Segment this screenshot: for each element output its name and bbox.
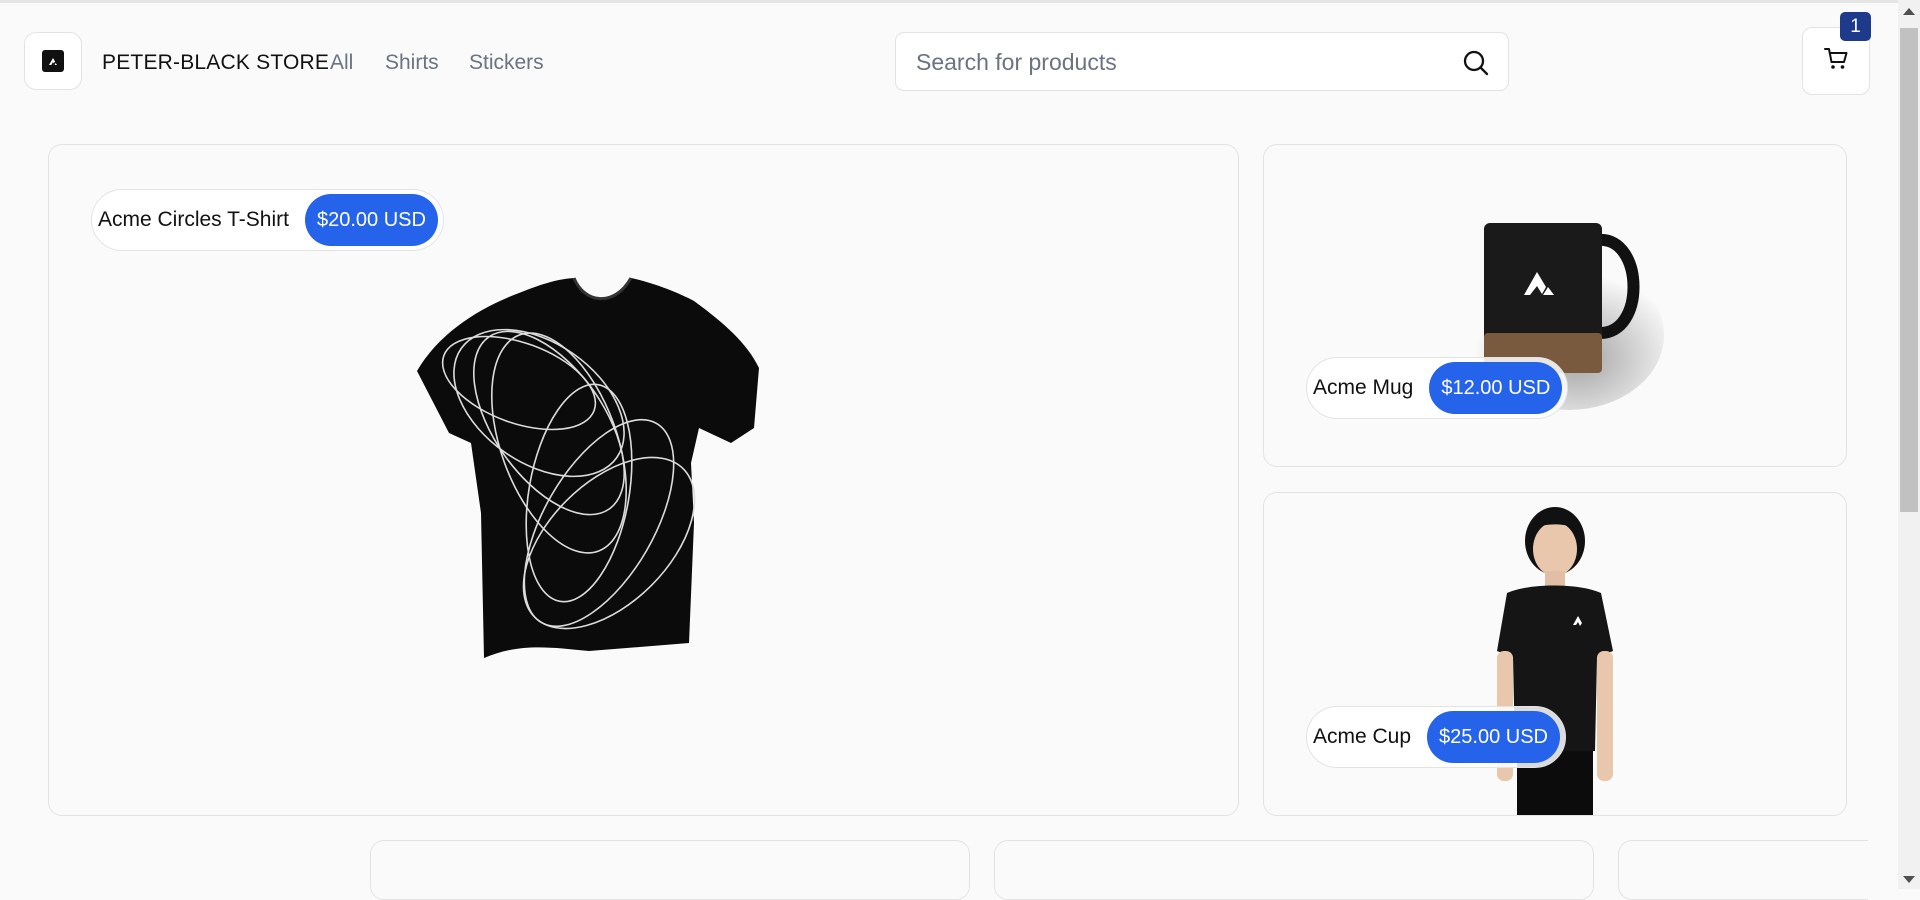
logo-icon [42, 50, 64, 72]
carousel-card[interactable] [1618, 840, 1868, 900]
product-card-acme-mug[interactable]: Acme Mug $12.00 USD [1263, 144, 1847, 467]
product-card-circles-tshirt[interactable]: Acme Circles T-Shirt $20.00 USD [48, 144, 1239, 816]
carousel-card[interactable] [994, 840, 1594, 900]
nav-all[interactable]: All [330, 51, 353, 75]
cart-count-badge: 1 [1840, 12, 1871, 41]
scroll-down-icon[interactable] [1903, 876, 1915, 883]
product-price: $20.00 USD [304, 194, 438, 246]
scroll-up-icon[interactable] [1903, 8, 1915, 15]
product-name: Acme Mug [1313, 376, 1414, 399]
product-name: Acme Circles T-Shirt [98, 208, 289, 231]
search-input[interactable] [914, 33, 1438, 92]
product-name: Acme Cup [1313, 725, 1412, 748]
tshirt-image [409, 273, 839, 698]
top-border [0, 0, 1898, 3]
search-box [895, 32, 1509, 92]
product-label: Acme Mug $12.00 USD [1306, 357, 1569, 419]
product-label: Acme Circles T-Shirt $20.00 USD [91, 189, 444, 251]
store-name[interactable]: PETER-BLACK STORE [102, 51, 329, 75]
nav-stickers[interactable]: Stickers [469, 51, 544, 75]
search-icon[interactable] [1462, 49, 1490, 77]
product-price: $12.00 USD [1429, 362, 1563, 414]
scrollbar-thumb[interactable] [1900, 28, 1918, 512]
model-image [1479, 501, 1629, 815]
product-card-acme-cup[interactable]: Acme Cup $25.00 USD [1263, 492, 1847, 816]
product-price: $25.00 USD [1427, 711, 1561, 763]
cart-icon [1822, 45, 1850, 78]
product-label: Acme Cup $25.00 USD [1306, 706, 1567, 768]
nav-shirts[interactable]: Shirts [385, 51, 439, 75]
carousel-card[interactable] [370, 840, 970, 900]
store-logo-button[interactable] [24, 32, 82, 90]
